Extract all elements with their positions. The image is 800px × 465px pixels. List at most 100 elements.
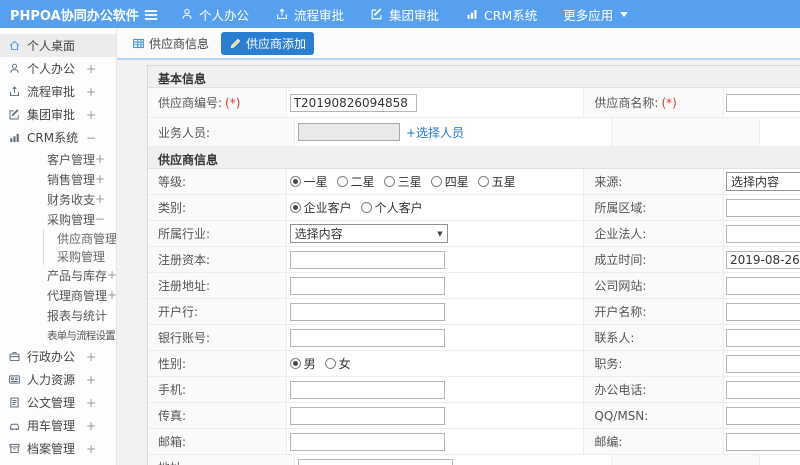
- nav-more-apps[interactable]: 更多应用: [563, 5, 629, 24]
- pencil-icon: [229, 37, 242, 50]
- sidebar-item-label: 公文管理: [27, 396, 76, 410]
- radio-option[interactable]: 女: [324, 355, 351, 372]
- sidebar-item-group-approval[interactable]: 集团审批 +: [0, 103, 116, 126]
- radio-option[interactable]: 四星: [430, 173, 469, 190]
- field-label-cell: QQ/MSN:: [584, 403, 724, 428]
- tab-supplier-add[interactable]: 供应商添加: [221, 31, 315, 55]
- sidebar-subitem-supplier-mgmt[interactable]: 供应商管理: [44, 229, 116, 247]
- expander-icon[interactable]: +: [86, 350, 96, 364]
- radio-icon[interactable]: [289, 176, 301, 187]
- industry-select[interactable]: 选择内容 ▼: [289, 224, 448, 243]
- radio-icon[interactable]: [430, 176, 442, 187]
- supplier-name-input[interactable]: [725, 93, 800, 112]
- nav-workflow-approval[interactable]: 流程审批: [275, 5, 344, 24]
- bank-account-input[interactable]: [289, 328, 445, 347]
- expander-icon[interactable]: +: [86, 108, 96, 122]
- expander-icon[interactable]: +: [86, 442, 96, 456]
- job-title-input[interactable]: [725, 354, 800, 373]
- sidebar-item-vehicle-mgmt[interactable]: 用车管理 +: [0, 414, 116, 437]
- nav-group-approval[interactable]: 集团审批: [370, 5, 439, 24]
- expander-icon[interactable]: +: [86, 396, 96, 410]
- sidebar-subitem-finance[interactable]: 财务收支 +: [0, 189, 116, 209]
- registered-address-input[interactable]: [289, 276, 445, 295]
- sidebar-subitem-products-inventory[interactable]: 产品与库存 +: [0, 265, 116, 285]
- radio-option[interactable]: 三星: [383, 173, 422, 190]
- sidebar-item-admin-office[interactable]: 行政办公 +: [0, 345, 116, 368]
- radio-label: 个人客户: [374, 201, 423, 215]
- sidebar-item-crm-system[interactable]: CRM系统 −: [0, 126, 116, 149]
- field-cell: 选择内容 ▼: [287, 221, 585, 246]
- fax-input[interactable]: [289, 406, 445, 425]
- collapse-icon[interactable]: −: [86, 131, 96, 145]
- contact-person-input[interactable]: [725, 328, 800, 347]
- radio-option[interactable]: 二星: [336, 173, 375, 190]
- registered-capital-input[interactable]: [289, 250, 445, 269]
- field-label-cell: 来源:: [584, 169, 724, 194]
- sidebar-item-document-mgmt[interactable]: 公文管理 +: [0, 391, 116, 414]
- expander-icon[interactable]: +: [86, 62, 96, 76]
- sidebar-item-workflow-approval[interactable]: 流程审批 +: [0, 80, 116, 103]
- field-label-cell: 开户行:: [148, 299, 287, 324]
- sidebar-subitem-purchasing[interactable]: 采购管理: [44, 247, 116, 265]
- account-name-input[interactable]: [725, 302, 800, 321]
- tab-supplier-info[interactable]: 供应商信息: [132, 35, 209, 52]
- radio-option[interactable]: 企业客户: [289, 199, 352, 216]
- expander-icon[interactable]: +: [107, 268, 116, 282]
- radio-icon[interactable]: [324, 358, 336, 369]
- nav-crm-system[interactable]: CRM系统: [465, 5, 537, 24]
- sidebar-item-human-resources[interactable]: 人力资源 +: [0, 368, 116, 391]
- radio-option[interactable]: 个人客户: [360, 199, 423, 216]
- radio-icon[interactable]: [289, 202, 301, 213]
- field-cell: [287, 429, 585, 454]
- expander-icon[interactable]: +: [107, 288, 116, 302]
- car-icon: [8, 419, 21, 432]
- form-row: 注册资本: 成立时间:: [148, 247, 800, 273]
- radio-icon[interactable]: [336, 176, 348, 187]
- address-input[interactable]: [298, 458, 453, 465]
- nav-label: CRM系统: [484, 7, 538, 23]
- legal-person-input[interactable]: [725, 224, 800, 243]
- qq-msn-input[interactable]: [725, 406, 800, 425]
- sidebar-item-personal-office[interactable]: 个人办公 +: [0, 57, 116, 80]
- sidebar-item-desktop[interactable]: 个人桌面: [0, 34, 116, 57]
- nav-personal-office[interactable]: 个人办公: [180, 5, 249, 24]
- sidebar-subitem-reports-stats[interactable]: 报表与统计: [0, 305, 116, 325]
- sidebar-subitem-form-flow-settings[interactable]: 表单与流程设置 +: [0, 325, 116, 345]
- radio-option[interactable]: 一星: [289, 173, 328, 190]
- company-website-input[interactable]: [725, 276, 800, 295]
- founded-date-input[interactable]: [725, 250, 800, 269]
- radio-option[interactable]: 五星: [477, 173, 516, 190]
- radio-option[interactable]: 男: [289, 355, 316, 372]
- sidebar-subitem-sales-mgmt[interactable]: 销售管理 +: [0, 169, 116, 189]
- expander-icon[interactable]: +: [95, 192, 105, 206]
- postcode-input[interactable]: [725, 432, 800, 451]
- expander-icon[interactable]: +: [95, 172, 105, 186]
- hamburger-menu-icon[interactable]: [142, 6, 160, 22]
- expander-icon[interactable]: +: [86, 373, 96, 387]
- sales-person-input[interactable]: [298, 123, 400, 141]
- choose-person-link[interactable]: +选择人员: [406, 124, 464, 141]
- field-label: 供应商名称:: [594, 96, 659, 110]
- radio-icon[interactable]: [477, 176, 489, 187]
- radio-icon[interactable]: [383, 176, 395, 187]
- radio-icon[interactable]: [360, 202, 372, 213]
- office-phone-input[interactable]: [725, 380, 800, 399]
- field-cell: [287, 88, 585, 117]
- supplier-no-input[interactable]: [289, 93, 417, 112]
- mobile-input[interactable]: [289, 380, 445, 399]
- bank-name-input[interactable]: [289, 302, 445, 321]
- field-label-cell: 企业法人:: [584, 221, 724, 246]
- expander-icon[interactable]: +: [95, 152, 105, 166]
- sidebar-item-archive-mgmt[interactable]: 档案管理 +: [0, 437, 116, 460]
- expander-icon[interactable]: +: [86, 419, 96, 433]
- sidebar-subitem-agent-mgmt[interactable]: 代理商管理 +: [0, 285, 116, 305]
- radio-icon[interactable]: [289, 358, 301, 369]
- sidebar-subitem-customer-mgmt[interactable]: 客户管理 +: [0, 149, 116, 169]
- collapse-icon[interactable]: −: [95, 212, 105, 226]
- source-select[interactable]: 选择内容▼: [725, 172, 800, 191]
- region-input[interactable]: [725, 198, 800, 217]
- sidebar-subitem-purchase-mgmt[interactable]: 采购管理 −: [0, 209, 116, 229]
- email-input[interactable]: [289, 432, 445, 451]
- required-marker: (*): [661, 95, 677, 110]
- expander-icon[interactable]: +: [86, 85, 96, 99]
